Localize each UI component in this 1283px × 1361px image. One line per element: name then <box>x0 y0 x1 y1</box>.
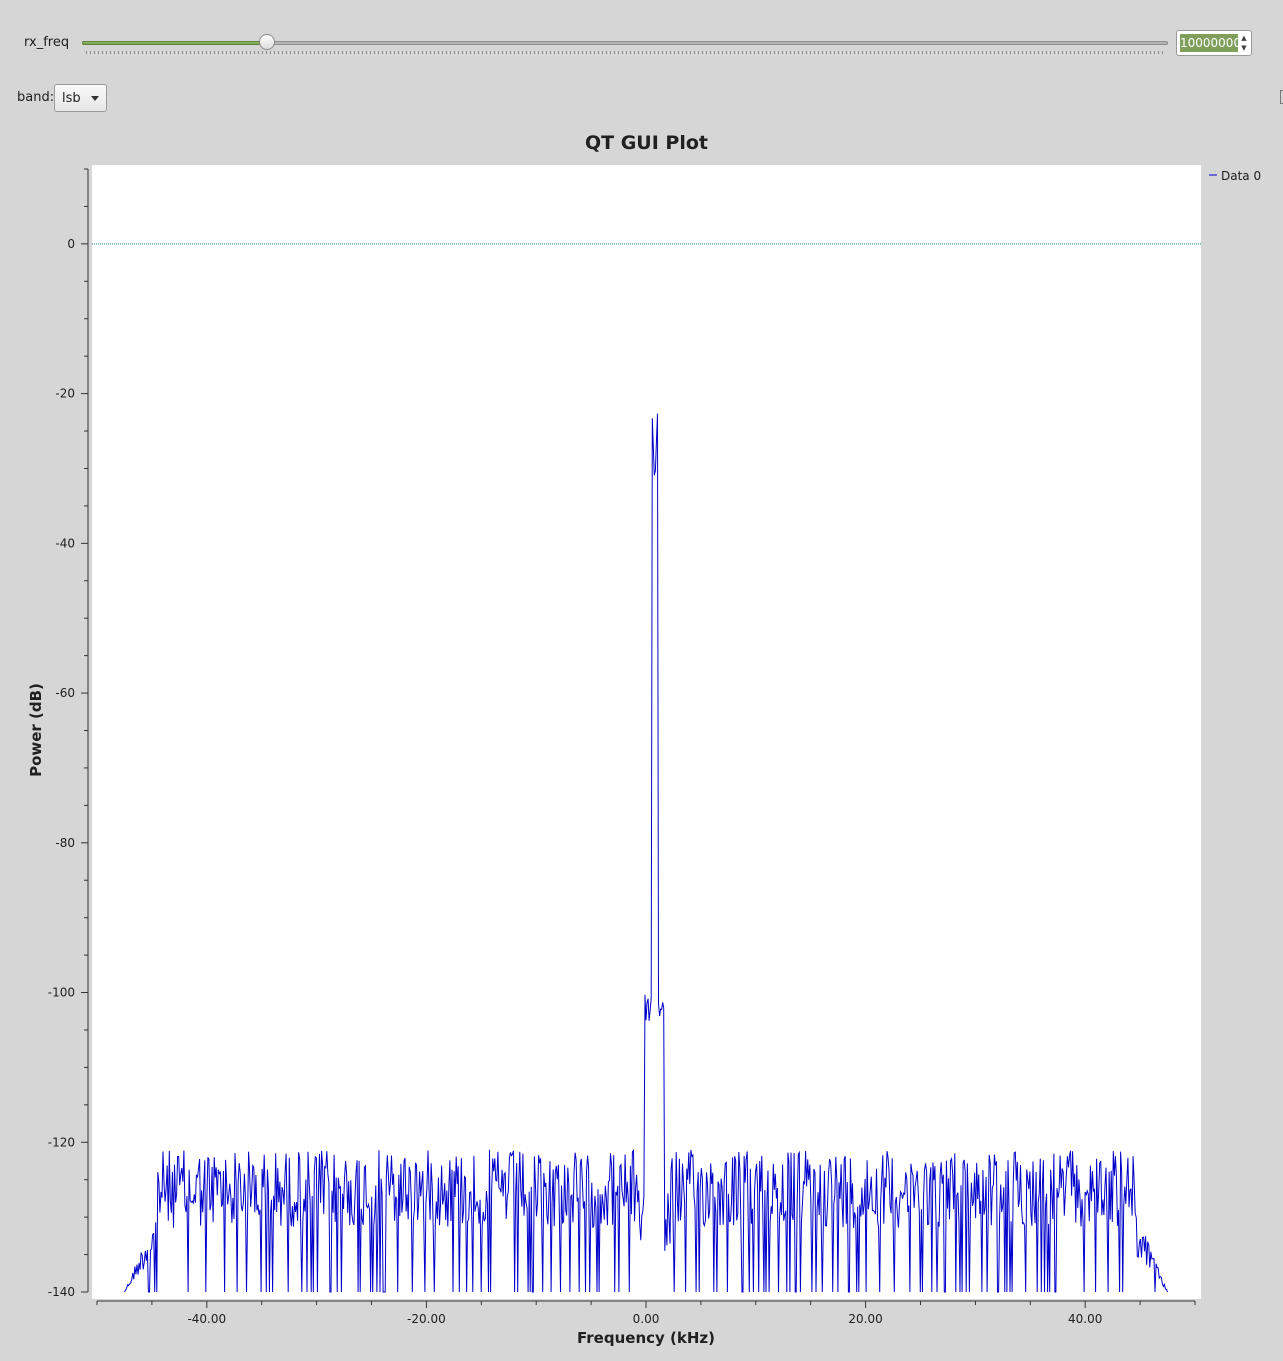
x-tick-label: -20.00 <box>407 1312 446 1326</box>
y-tick-label: -20 <box>55 387 75 401</box>
plot-canvas <box>92 165 1201 1299</box>
y-axis-title: Power (dB) <box>27 683 45 777</box>
y-tick-label: -40 <box>55 536 75 550</box>
legend-label: Data 0 <box>1221 169 1261 183</box>
y-tick-label: -100 <box>48 986 75 1000</box>
x-axis: -40.00 -20.00 0.00 20.00 40.00 <box>96 1300 1196 1326</box>
x-tick-label: -40.00 <box>187 1312 226 1326</box>
y-tick-label: 0 <box>67 237 75 251</box>
x-axis-title: Frequency (kHz) <box>577 1329 715 1347</box>
legend[interactable]: Data 0 <box>1209 169 1261 183</box>
plot-area[interactable]: 0 -20 -40 -60 -80 -100 -120 -140 -40.00 -20.00 0.… <box>0 0 1283 1361</box>
y-tick-label: -140 <box>48 1285 75 1299</box>
y-tick-label: -60 <box>55 686 75 700</box>
x-tick-label: 20.00 <box>848 1312 882 1326</box>
x-tick-label: 40.00 <box>1068 1312 1102 1326</box>
y-axis: 0 -20 -40 -60 -80 -100 -120 -140 <box>48 168 89 1299</box>
y-tick-label: -120 <box>48 1135 75 1149</box>
x-tick-label: 0.00 <box>633 1312 660 1326</box>
y-tick-label: -80 <box>55 836 75 850</box>
